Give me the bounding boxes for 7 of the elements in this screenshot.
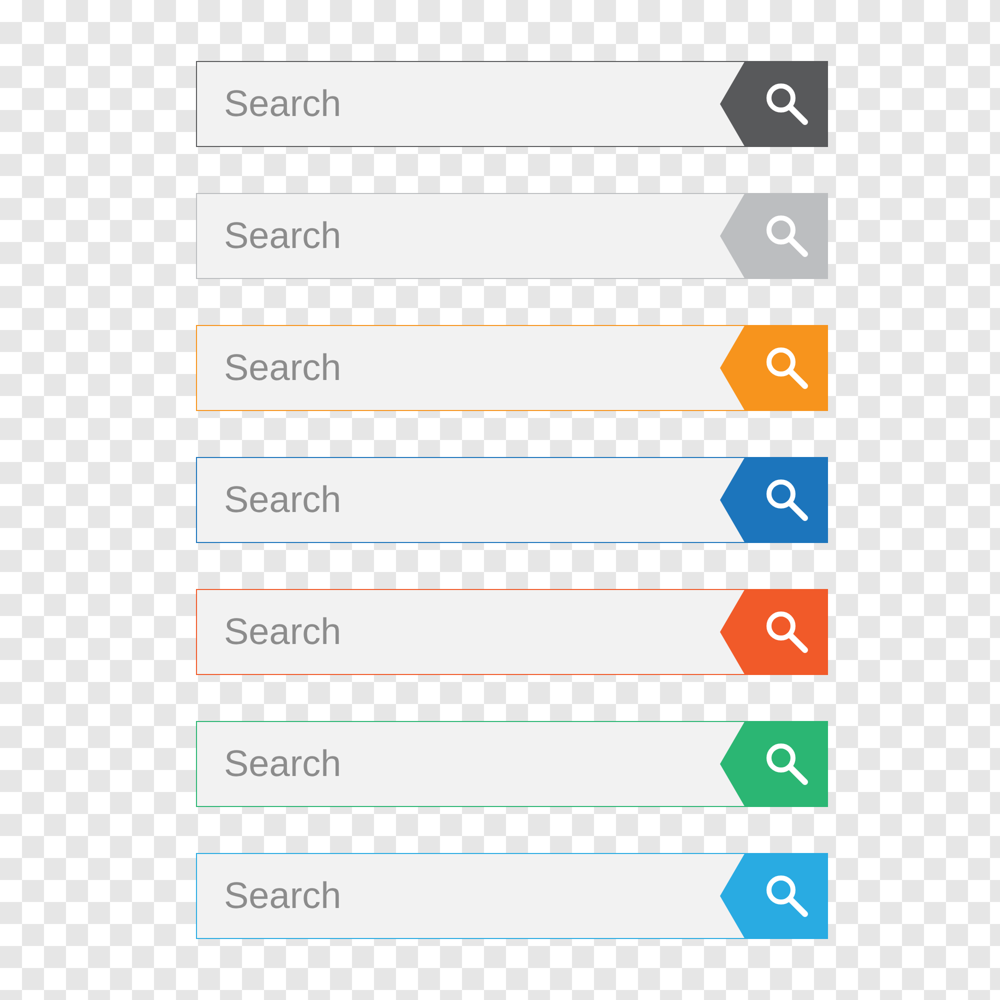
search-field[interactable]: Search: [196, 457, 745, 543]
search-field[interactable]: Search: [196, 193, 745, 279]
search-field[interactable]: Search: [196, 721, 745, 807]
search-field[interactable]: Search: [196, 325, 745, 411]
search-field[interactable]: Search: [196, 61, 745, 147]
search-field[interactable]: Search: [196, 853, 745, 939]
search-field[interactable]: Search: [196, 589, 745, 675]
